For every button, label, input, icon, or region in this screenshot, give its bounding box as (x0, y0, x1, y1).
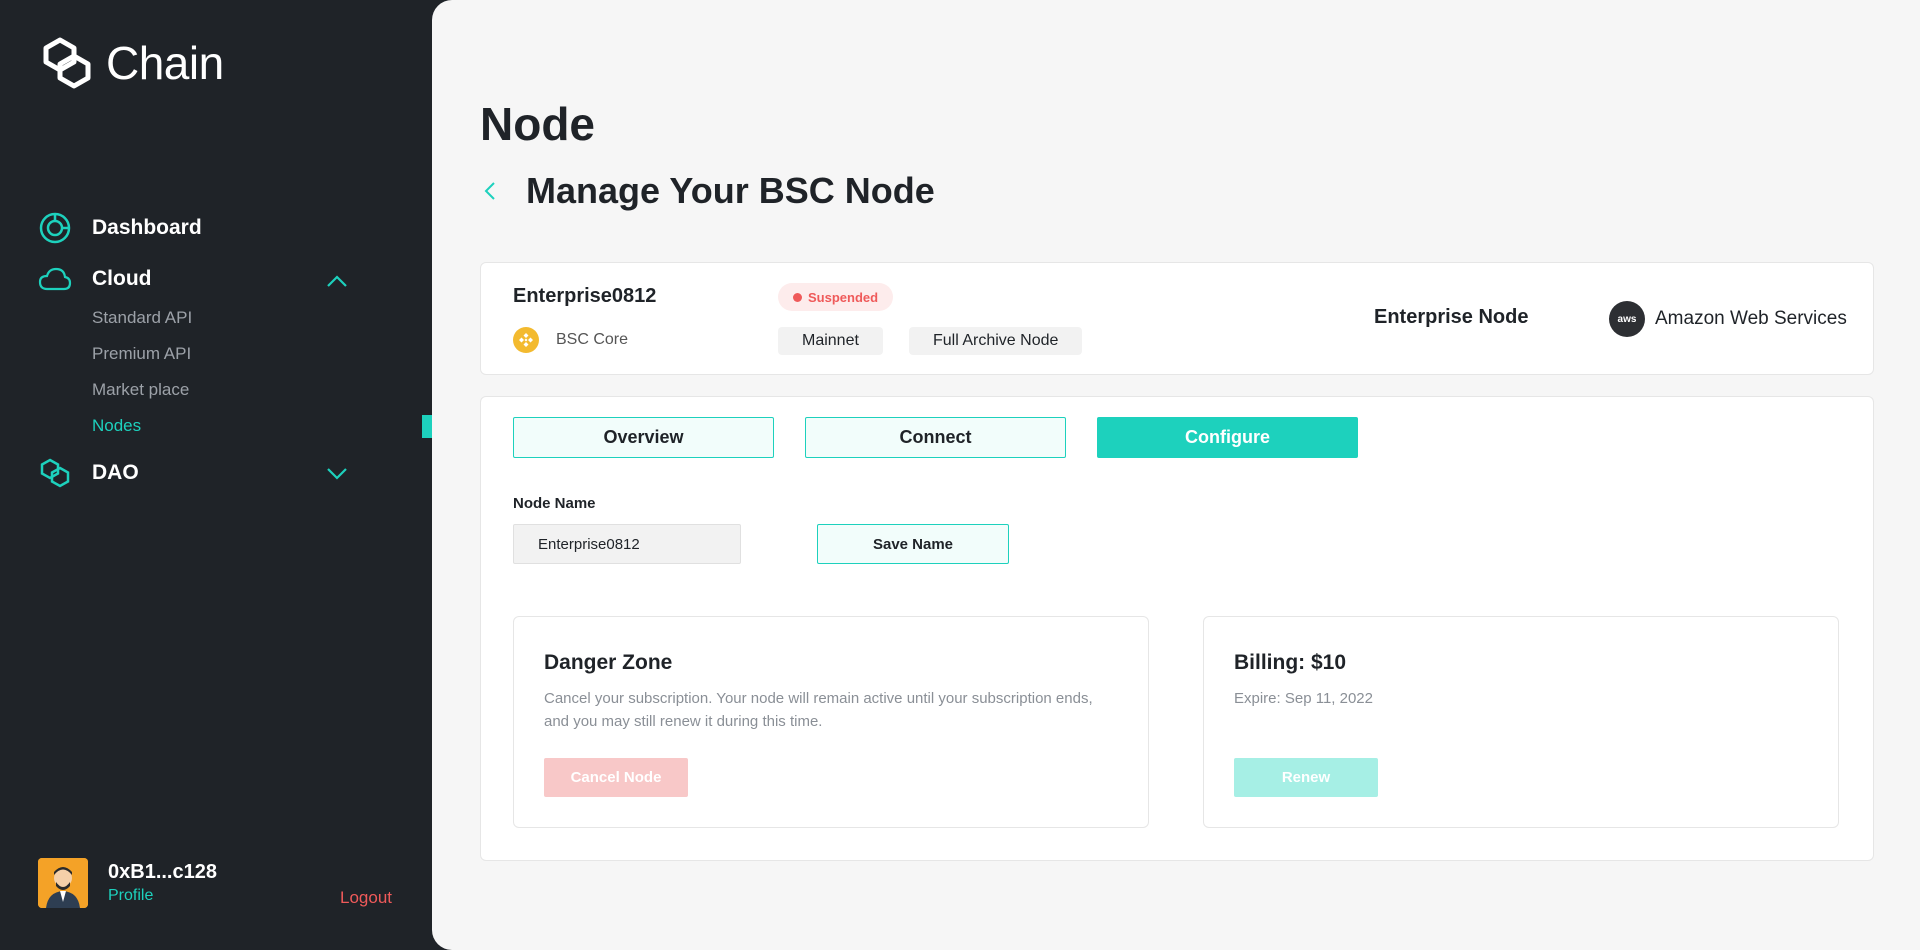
status-badge: Suspended (778, 283, 894, 311)
node-name-input[interactable] (513, 524, 741, 564)
node-summary-card: Enterprise0812 BSC Core Suspended Mainne… (480, 262, 1874, 375)
chain-logo-icon (43, 37, 91, 89)
tab-connect[interactable]: Connect (805, 417, 1066, 458)
sidebar-item-label: Cloud (92, 267, 152, 290)
active-nav-marker (422, 415, 432, 438)
node-name-label: Node Name (513, 495, 596, 512)
network-tag: Mainnet (778, 327, 883, 355)
chevron-left-icon (484, 182, 495, 200)
avatar[interactable] (38, 858, 88, 908)
bnb-icon (513, 327, 539, 353)
danger-zone-title: Danger Zone (544, 651, 673, 674)
cancel-node-button[interactable]: Cancel Node (544, 758, 688, 797)
provider: aws Amazon Web Services (1609, 301, 1847, 337)
node-chain: BSC Core (513, 327, 628, 353)
sidebar-item-cloud[interactable]: Cloud (38, 265, 151, 293)
sidebar-item-label: DAO (92, 461, 139, 484)
status-dot-icon (793, 292, 802, 302)
aws-icon: aws (1609, 301, 1645, 337)
sidebar-item-dashboard[interactable]: Dashboard (38, 211, 202, 245)
status-label: Suspended (808, 289, 879, 305)
sidebar-subitem-market-place[interactable]: Market place (92, 380, 189, 400)
billing-expire: Expire: Sep 11, 2022 (1234, 690, 1373, 707)
cloud-icon (38, 267, 72, 291)
brand-name: Chain (106, 37, 224, 89)
sidebar-item-dao[interactable]: DAO (38, 456, 139, 490)
sidebar: Chain Dashboard Cloud Standard API Premi… (0, 0, 432, 950)
sidebar-subitem-premium-api[interactable]: Premium API (92, 344, 191, 364)
dao-icon (40, 458, 70, 488)
tab-configure[interactable]: Configure (1097, 417, 1358, 458)
node-kind-tag: Full Archive Node (909, 327, 1083, 355)
node-name: Enterprise0812 (513, 285, 657, 307)
back-button[interactable] (480, 177, 500, 205)
profile-link[interactable]: Profile (108, 887, 217, 905)
sub-title: Manage Your BSC Node (526, 170, 935, 211)
sidebar-subitem-standard-api[interactable]: Standard API (92, 308, 192, 328)
billing-card: Billing: $10 Expire: Sep 11, 2022 Renew (1203, 616, 1839, 828)
wallet-address: 0xB1...c128 (108, 861, 217, 883)
chevron-down-icon[interactable] (326, 467, 348, 481)
provider-name: Amazon Web Services (1655, 308, 1847, 329)
sub-header: Manage Your BSC Node (480, 170, 935, 212)
logout-link[interactable]: Logout (340, 888, 392, 908)
main-content: Node Manage Your BSC Node Enterprise0812… (432, 0, 1920, 950)
user-avatar-icon (38, 858, 88, 908)
billing-title: Billing: $10 (1234, 651, 1347, 674)
brand-logo[interactable]: Chain (38, 34, 224, 92)
node-config-card: Overview Connect Configure Node Name Sav… (480, 396, 1874, 861)
chain-name: BSC Core (556, 331, 629, 348)
page-title: Node (480, 98, 595, 150)
sidebar-subitem-nodes[interactable]: Nodes (92, 416, 141, 436)
tab-overview[interactable]: Overview (513, 417, 774, 458)
danger-zone-description: Cancel your subscription. Your node will… (544, 690, 1093, 730)
dashboard-icon (39, 212, 71, 244)
sidebar-item-label: Dashboard (92, 216, 202, 239)
danger-zone-card: Danger Zone Cancel your subscription. Yo… (513, 616, 1149, 828)
user-section: 0xB1...c128 Profile (38, 858, 217, 908)
node-type: Enterprise Node (1374, 306, 1529, 328)
renew-button[interactable]: Renew (1234, 758, 1378, 797)
save-name-button[interactable]: Save Name (817, 524, 1009, 564)
chevron-up-icon[interactable] (326, 274, 348, 288)
